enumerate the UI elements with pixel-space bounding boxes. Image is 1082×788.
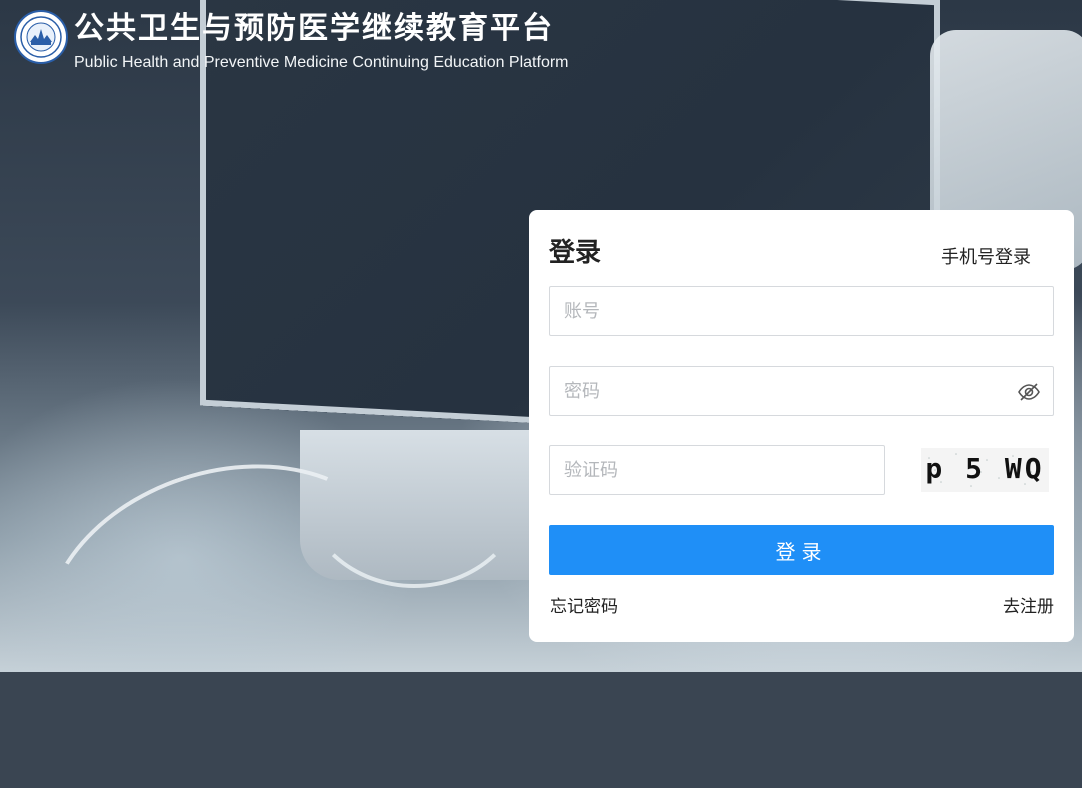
association-seal-logo <box>14 10 68 64</box>
brand-header: 公共卫生与预防医学继续教育平台 Public Health and Preven… <box>14 10 569 74</box>
captcha-field <box>549 445 885 495</box>
login-title: 登录 <box>549 238 602 268</box>
account-field <box>549 286 1054 336</box>
password-field <box>549 366 1054 416</box>
background-curve <box>300 380 528 588</box>
brand-title-en: Public Health and Preventive Medicine Co… <box>74 54 569 71</box>
password-input[interactable] <box>550 367 1053 415</box>
login-button[interactable]: 登录 <box>549 525 1054 575</box>
eye-off-icon[interactable] <box>1017 380 1041 404</box>
login-card: 登录 手机号登录 p 5 WQ 登录 忘记密码 去注册 <box>529 210 1074 642</box>
brand-title-cn: 公共卫生与预防医学继续教育平台 <box>74 11 554 46</box>
captcha-text: p 5 WQ <box>925 452 1045 485</box>
phone-login-link[interactable]: 手机号登录 <box>941 243 1031 269</box>
captcha-image[interactable]: p 5 WQ <box>921 448 1049 492</box>
register-link[interactable]: 去注册 <box>1003 592 1054 617</box>
account-input[interactable] <box>550 287 1053 335</box>
forgot-password-link[interactable]: 忘记密码 <box>550 592 618 617</box>
captcha-input[interactable] <box>550 446 884 494</box>
